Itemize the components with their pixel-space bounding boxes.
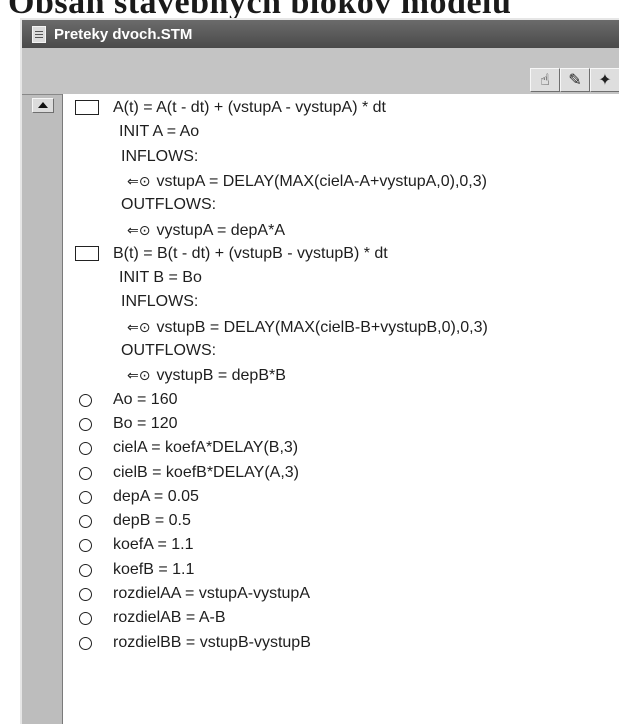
equation-panel[interactable]: A(t) = A(t - dt) + (vstupA - vystupA) * … [62, 94, 619, 724]
converter-icon [79, 612, 92, 626]
converter-icon [79, 490, 92, 504]
equation-text: OUTFLOWS: [121, 342, 217, 359]
brush-icon: ✎ [568, 72, 582, 89]
stock-equation-row[interactable]: A(t) = A(t - dt) + (vstupA - vystupA) * … [63, 96, 619, 120]
converter-equation-row[interactable]: koefB = 1.1 [63, 558, 619, 582]
equation-text: koefA = 1.1 [113, 536, 194, 554]
brush-tool-button[interactable]: ✎ [560, 68, 590, 92]
converter-equation-row[interactable]: Bo = 120 [63, 412, 619, 436]
converter-equation-row[interactable]: depB = 0.5 [63, 509, 619, 533]
converter-icon [79, 515, 92, 529]
flow-equation-row[interactable]: ⇐⊙ vstupA = DELAY(MAX(cielA-A+vystupA,0),… [63, 169, 619, 193]
stock-icon [75, 100, 99, 115]
document-icon [32, 25, 46, 43]
section-equation-row[interactable]: INFLOWS: [63, 290, 619, 314]
converter-equation-row[interactable]: Ao = 160 [63, 388, 619, 412]
toolbar: ☝ ✎ ✦ [22, 48, 619, 95]
converter-equation-row[interactable]: rozdielAA = vstupA-vystupA [63, 582, 619, 606]
init-equation-row[interactable]: INIT A = Ao [63, 120, 619, 144]
equation-text: cielB = koefB*DELAY(A,3) [113, 463, 300, 481]
section-equation-row[interactable]: OUTFLOWS: [63, 193, 619, 217]
equation-text: vstupA = DELAY(MAX(cielA-A+vystupA,0),0,… [156, 172, 487, 190]
converter-equation-row[interactable]: rozdielAB = A-B [63, 606, 619, 630]
init-equation-row[interactable]: INIT B = Bo [63, 266, 619, 290]
converter-equation-row[interactable]: koefA = 1.1 [63, 533, 619, 557]
equation-text: rozdielAA = vstupA-vystupA [113, 585, 310, 602]
flow-equation-row[interactable]: ⇐⊙ vystupA = depA*A [63, 218, 619, 242]
flow-icon: ⇐⊙ [127, 172, 151, 189]
stock-icon [75, 245, 99, 261]
equation-text: B(t) = B(t - dt) + (vstupB - vystupB) * … [113, 244, 388, 262]
equation-text: Ao = 160 [113, 390, 178, 408]
equation-text: INIT B = Bo [119, 269, 202, 287]
equation-text: Bo = 120 [113, 414, 178, 432]
flow-icon: ⇐⊙ [127, 318, 151, 335]
window-titlebar[interactable]: Preteky dvoch.STM [22, 20, 619, 48]
equation-text: vystupA = depA*A [156, 221, 285, 239]
equation-text: INFLOWS: [121, 293, 199, 311]
equation-text: depA = 0.05 [113, 487, 199, 505]
equation-text: A(t) = A(t - dt) + (vstupA - vystupA) * … [113, 99, 386, 116]
equation-text: rozdielAB = A-B [113, 609, 226, 627]
flow-icon: ⇐⊙ [127, 221, 151, 238]
flow-equation-row[interactable]: ⇐⊙ vystupB = depB*B [63, 363, 619, 387]
stock-equation-row[interactable]: B(t) = B(t - dt) + (vstupB - vystupB) * … [63, 242, 619, 266]
section-equation-row[interactable]: OUTFLOWS: [63, 339, 619, 363]
equation-text: cielA = koefA*DELAY(B,3) [113, 439, 299, 457]
equation-text: depB = 0.5 [113, 512, 191, 530]
converter-equation-row[interactable]: depA = 0.05 [63, 485, 619, 509]
equation-text: koefB = 1.1 [113, 560, 195, 578]
equation-text: rozdielBB = vstupB-vystupB [113, 633, 311, 651]
converter-icon [79, 636, 92, 650]
wand-icon: ✦ [598, 72, 612, 89]
wand-tool-button[interactable]: ✦ [590, 68, 619, 92]
converter-icon [79, 539, 92, 553]
hand-icon: ☝ [540, 72, 550, 89]
window-title: Preteky dvoch.STM [54, 25, 193, 43]
equation-text: INFLOWS: [121, 147, 199, 165]
converter-icon [79, 588, 92, 601]
converter-equation-row[interactable]: rozdielBB = vstupB-vystupB [63, 631, 619, 655]
equation-text: OUTFLOWS: [121, 196, 217, 214]
scroll-up-button[interactable] [32, 98, 54, 113]
equation-text: vstupB = DELAY(MAX(cielB-B+vystupB,0),0,… [156, 318, 488, 336]
section-equation-row[interactable]: INFLOWS: [63, 145, 619, 169]
flow-icon: ⇐⊙ [127, 367, 151, 384]
converter-equation-row[interactable]: cielB = koefB*DELAY(A,3) [63, 461, 619, 485]
converter-icon [79, 442, 92, 456]
converter-icon [79, 563, 92, 577]
converter-icon [79, 417, 92, 431]
equation-text: vystupB = depB*B [156, 367, 286, 385]
flow-equation-row[interactable]: ⇐⊙ vstupB = DELAY(MAX(cielB-B+vystupB,0),… [63, 315, 619, 339]
hand-tool-button[interactable]: ☝ [530, 68, 560, 92]
converter-equation-row[interactable]: cielA = koefA*DELAY(B,3) [63, 436, 619, 460]
converter-icon [79, 466, 92, 480]
equation-text: INIT A = Ao [119, 123, 200, 141]
converter-icon [79, 393, 92, 407]
equation-area: A(t) = A(t - dt) + (vstupA - vystupA) * … [22, 94, 619, 724]
model-window: Preteky dvoch.STM ☝ ✎ ✦ A(t) = A(t - dt)… [20, 18, 619, 724]
